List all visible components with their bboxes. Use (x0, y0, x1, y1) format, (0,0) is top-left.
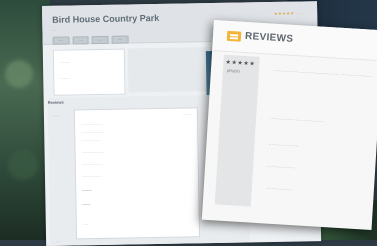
info-panel-middle (127, 47, 209, 93)
review-text-line: ······················ (81, 121, 104, 127)
review-card: ··· ····· ······················ ·······… (73, 107, 201, 240)
tab-4[interactable]: ···· (111, 35, 129, 44)
info-panel-left: ········ ········ (52, 48, 126, 96)
tab-bar: ···· ···· ···· ···· (52, 35, 129, 45)
review-text-line: ···················· (81, 137, 102, 143)
review-paragraph: ··················· (267, 163, 296, 171)
info-line: ········ (59, 60, 70, 65)
tab-2[interactable]: ···· (72, 36, 90, 45)
review-body: ················· ······················… (266, 64, 377, 192)
foliage-blob (8, 150, 38, 180)
reviews-heading: Reviews (47, 99, 64, 105)
reviews-zoom-card: REVIEWS ★★★★★ pRoBG ················· ··… (201, 20, 377, 231)
page-title: Bird House Country Park (52, 12, 160, 25)
foliage-blob (5, 60, 33, 88)
star-rating: ★★★★★ (225, 59, 256, 68)
review-paragraph: ···················· (268, 141, 299, 149)
review-bold-line: ·········· (82, 188, 93, 193)
tab-1[interactable]: ···· (52, 36, 70, 45)
reviewer-panel: ★★★★★ pRoBG (214, 54, 260, 207)
reviewer-name[interactable]: pRoBG (227, 68, 240, 74)
header-rating: ★★★★★ ····· (273, 10, 306, 16)
review-paragraph: ················· ······················… (272, 67, 372, 79)
review-paragraph: ···················· ··············· (269, 115, 324, 124)
footer-label: ····· (56, 239, 62, 244)
review-paragraph: ·················· (265, 185, 293, 193)
info-line[interactable]: ········ (60, 77, 69, 81)
review-text-line: ··················· (81, 173, 101, 179)
review-row-label: ········ (51, 113, 60, 118)
review-end-line: ····· (82, 222, 88, 227)
page-subtitle: ···· (52, 27, 58, 33)
review-meta: ··· ····· (183, 112, 192, 117)
reviews-card-title: REVIEWS (244, 30, 294, 45)
reviews-icon (226, 30, 242, 42)
review-text-line: ······················· (81, 129, 105, 135)
review-bold-line: ········ (82, 202, 91, 207)
tab-3[interactable]: ···· (91, 35, 109, 45)
review-text-line: ······················ (81, 149, 104, 155)
review-text-line: ····················· (81, 161, 103, 167)
